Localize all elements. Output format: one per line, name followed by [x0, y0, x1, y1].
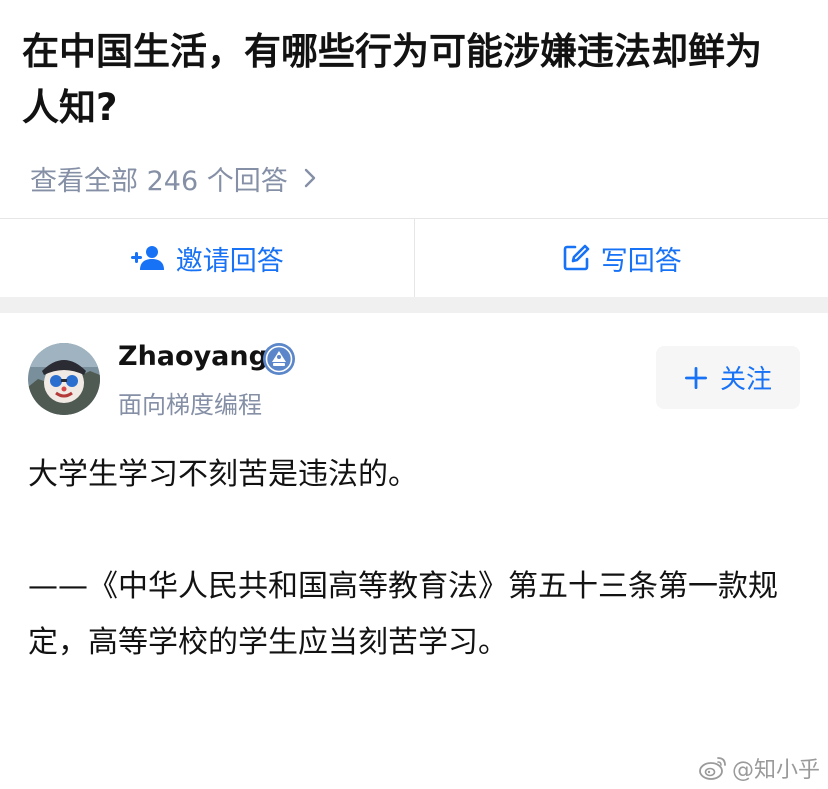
- write-answer-button[interactable]: 写回答: [415, 219, 828, 297]
- watermark: @知小乎: [698, 752, 820, 784]
- invite-answer-button[interactable]: 邀请回答: [0, 219, 414, 297]
- chevron-right-icon: [302, 166, 318, 190]
- plus-icon: [684, 366, 707, 389]
- view-all-answers-label: 查看全部 246 个回答: [30, 165, 288, 197]
- author-headline: 面向梯度编程: [118, 391, 262, 419]
- edit-icon: [563, 244, 590, 271]
- invite-answer-label: 邀请回答: [175, 245, 284, 277]
- view-all-answers-link[interactable]: 查看全部 246 个回答: [30, 158, 318, 198]
- avatar[interactable]: [28, 343, 100, 415]
- follow-label: 关注: [719, 365, 772, 395]
- answer-paragraph: ——《中华人民共和国高等教育法》第五十三条第一款规定，高等学校的学生应当刻苦学习…: [28, 569, 778, 660]
- follow-button[interactable]: 关注: [656, 346, 800, 409]
- write-answer-label: 写回答: [600, 245, 682, 277]
- author-name[interactable]: Zhaoyang: [118, 341, 268, 372]
- answer-card: Zhaoyang 面向梯度编程 关注 大学生学习不刻苦是违法的。 ——《中华人民…: [0, 313, 828, 789]
- weibo-icon: [699, 757, 726, 780]
- question-title[interactable]: 在中国生活，有哪些行为可能涉嫌违法却鲜为人知?: [22, 24, 792, 136]
- verified-badge-icon: [262, 342, 296, 376]
- add-person-icon: [130, 246, 164, 270]
- answer-content[interactable]: 大学生学习不刻苦是违法的。 ——《中华人民共和国高等教育法》第五十三条第一款规定…: [28, 447, 798, 671]
- section-separator: [0, 297, 828, 313]
- watermark-text: @知小乎: [732, 758, 821, 783]
- answer-paragraph: 大学生学习不刻苦是违法的。: [28, 457, 418, 492]
- question-header: 在中国生活，有哪些行为可能涉嫌违法却鲜为人知? 查看全部 246 个回答: [0, 0, 828, 218]
- question-action-bar: 邀请回答 写回答: [0, 219, 828, 297]
